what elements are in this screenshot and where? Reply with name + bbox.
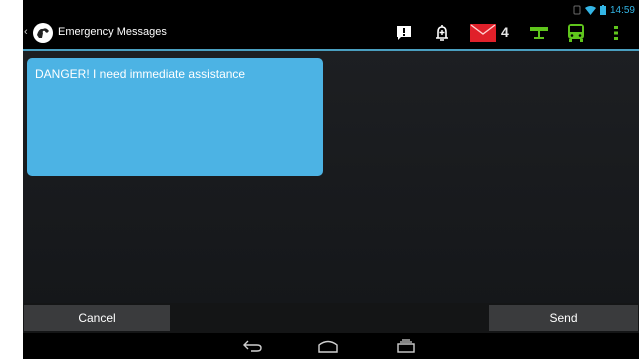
up-caret-icon[interactable]: ‹ — [24, 26, 28, 38]
message-text: DANGER! I need immediate assistance — [35, 67, 246, 81]
action-bar: ‹ Emergency Messages 4 — [23, 16, 639, 51]
message-area: DANGER! I need immediate assistance — [23, 51, 639, 303]
cancel-button[interactable]: Cancel — [24, 305, 170, 331]
mail-count-badge: 4 — [501, 24, 509, 40]
send-button-label: Send — [549, 311, 578, 325]
app-title: Emergency Messages — [58, 26, 167, 38]
cancel-button-label: Cancel — [78, 311, 116, 325]
navigation-bar — [23, 333, 639, 359]
home-icon[interactable] — [317, 338, 339, 354]
status-bar: 14:59 — [23, 0, 639, 16]
back-icon[interactable] — [242, 338, 264, 354]
send-button[interactable]: Send — [489, 305, 638, 331]
alert-message-icon[interactable] — [395, 23, 413, 43]
recent-apps-icon[interactable] — [395, 338, 417, 354]
mail-icon[interactable] — [469, 23, 497, 43]
message-input[interactable]: DANGER! I need immediate assistance — [27, 58, 323, 176]
alarm-bell-icon[interactable] — [433, 23, 451, 43]
app-logo-icon[interactable] — [32, 22, 54, 44]
overflow-menu-icon[interactable] — [611, 23, 621, 43]
bus-icon[interactable] — [565, 23, 587, 43]
network-icon[interactable] — [528, 23, 550, 43]
device-screen: 14:59 ‹ Emergency Messages 4 DANGER! I n… — [23, 0, 639, 359]
